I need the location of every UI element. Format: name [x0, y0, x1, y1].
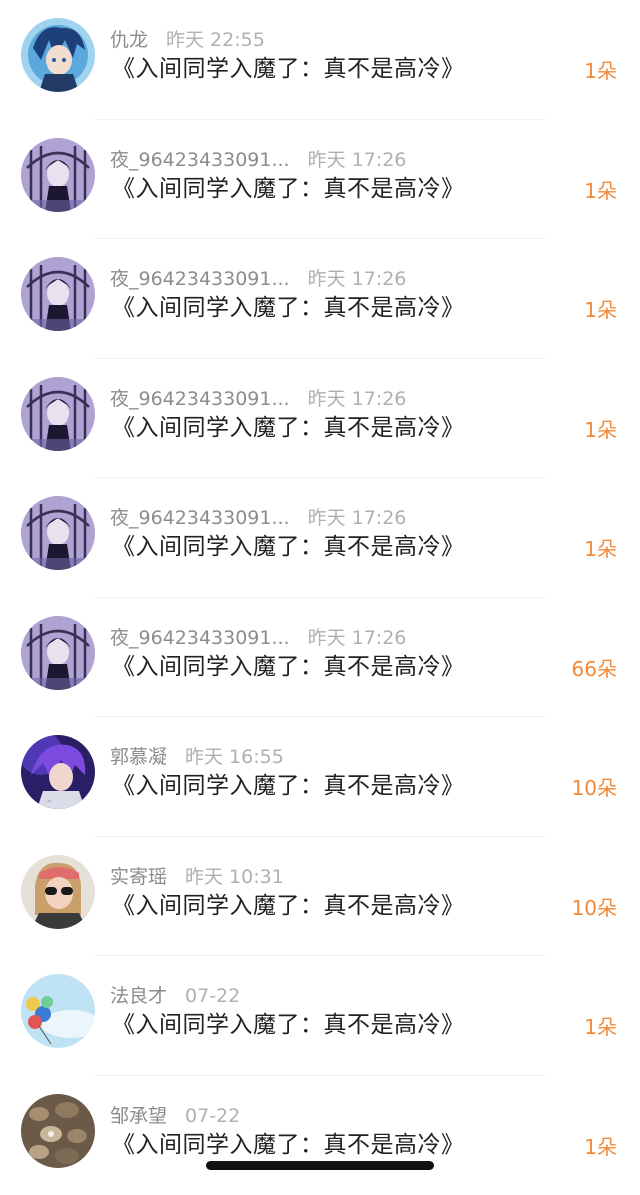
timestamp: 昨天 17:26	[308, 268, 407, 290]
timestamp: 昨天 17:26	[308, 388, 407, 410]
timestamp: 昨天 22:55	[166, 29, 265, 51]
flower-count: 66朵	[572, 657, 617, 681]
flower-count: 1朵	[584, 537, 617, 561]
avatar[interactable]	[21, 1094, 95, 1168]
book-title: 《入间同学入魔了：真不是高冷》	[112, 55, 465, 83]
timestamp: 昨天 17:26	[308, 627, 407, 649]
meta-line: 夜_96423433091... 昨天 17:26	[110, 507, 406, 529]
avatar[interactable]	[21, 377, 95, 451]
list-item[interactable]: ~ 郭慕凝昨天 16:55 《入间同学入魔了：真不是高冷》 10朵	[0, 717, 640, 837]
gift-record-list: 仇龙昨天 22:55 《入间同学入魔了：真不是高冷》 1朵 夜_	[0, 0, 640, 1195]
anime-purple-gate-avatar-image	[21, 616, 95, 690]
timestamp: 昨天 17:26	[308, 507, 407, 529]
balloons-sky-avatar-image	[21, 974, 95, 1048]
sunglasses-girl-avatar-image	[21, 855, 95, 929]
anime-blue-hair-avatar-image	[21, 18, 95, 92]
list-item[interactable]: 夜_96423433091... 昨天 17:26 《入间同学入魔了：真不是高冷》…	[0, 598, 640, 718]
meta-line: 实寄瑶昨天 10:31	[110, 866, 284, 888]
user-name[interactable]: 夜_96423433091...	[110, 627, 290, 649]
anime-purple-hair-avatar-image: ~	[21, 735, 95, 809]
flower-count: 1朵	[584, 1135, 617, 1159]
timestamp: 07-22	[185, 985, 240, 1007]
user-name[interactable]: 夜_96423433091...	[110, 149, 290, 171]
flower-count: 1朵	[584, 179, 617, 203]
list-item[interactable]: 实寄瑶昨天 10:31 《入间同学入魔了：真不是高冷》 10朵	[0, 837, 640, 957]
user-name[interactable]: 邹承望	[110, 1105, 167, 1127]
flower-count: 1朵	[584, 59, 617, 83]
flower-count: 1朵	[584, 418, 617, 442]
meta-line: 仇龙昨天 22:55	[110, 29, 265, 51]
avatar[interactable]	[21, 855, 95, 929]
flower-count: 10朵	[572, 776, 617, 800]
book-title: 《入间同学入魔了：真不是高冷》	[112, 294, 465, 322]
meta-line: 夜_96423433091... 昨天 17:26	[110, 627, 406, 649]
list-item[interactable]: 夜_96423433091... 昨天 17:26 《入间同学入魔了：真不是高冷》…	[0, 478, 640, 598]
svg-text:~: ~	[47, 798, 52, 805]
list-item[interactable]: 法良才 07-22 《入间同学入魔了：真不是高冷》 1朵	[0, 956, 640, 1076]
book-title: 《入间同学入魔了：真不是高冷》	[112, 653, 465, 681]
user-name[interactable]: 仇龙	[110, 29, 148, 51]
avatar[interactable]	[21, 138, 95, 212]
anime-purple-gate-avatar-image	[21, 496, 95, 570]
anime-purple-gate-avatar-image	[21, 138, 95, 212]
user-name[interactable]: 夜_96423433091...	[110, 388, 290, 410]
meta-line: 邹承望 07-22	[110, 1105, 240, 1127]
user-name[interactable]: 法良才	[110, 985, 167, 1007]
avatar[interactable]	[21, 18, 95, 92]
flower-count: 1朵	[584, 1015, 617, 1039]
book-title: 《入间同学入魔了：真不是高冷》	[112, 533, 465, 561]
flower-count: 10朵	[572, 896, 617, 920]
anime-purple-gate-avatar-image	[21, 377, 95, 451]
list-item[interactable]: 夜_96423433091... 昨天 17:26 《入间同学入魔了：真不是高冷》…	[0, 239, 640, 359]
book-title: 《入间同学入魔了：真不是高冷》	[112, 414, 465, 442]
meta-line: 夜_96423433091... 昨天 17:26	[110, 149, 406, 171]
avatar[interactable]	[21, 974, 95, 1048]
meta-line: 法良才 07-22	[110, 985, 240, 1007]
user-name[interactable]: 郭慕凝	[110, 746, 167, 768]
avatar[interactable]	[21, 257, 95, 331]
book-title: 《入间同学入魔了：真不是高冷》	[112, 175, 465, 203]
meta-line: 夜_96423433091... 昨天 17:26	[110, 268, 406, 290]
timestamp: 昨天 16:55	[185, 746, 284, 768]
timestamp: 07-22	[185, 1105, 240, 1127]
avatar[interactable]	[21, 496, 95, 570]
book-title: 《入间同学入魔了：真不是高冷》	[112, 772, 465, 800]
book-title: 《入间同学入魔了：真不是高冷》	[112, 892, 465, 920]
user-name[interactable]: 夜_96423433091...	[110, 507, 290, 529]
pebbles-avatar-image	[21, 1094, 95, 1168]
anime-purple-gate-avatar-image	[21, 257, 95, 331]
list-item[interactable]: 夜_96423433091... 昨天 17:26 《入间同学入魔了：真不是高冷》…	[0, 359, 640, 479]
home-indicator[interactable]	[206, 1161, 434, 1170]
book-title: 《入间同学入魔了：真不是高冷》	[112, 1011, 465, 1039]
user-name[interactable]: 实寄瑶	[110, 866, 167, 888]
timestamp: 昨天 17:26	[308, 149, 407, 171]
list-item[interactable]: 仇龙昨天 22:55 《入间同学入魔了：真不是高冷》 1朵	[0, 0, 640, 120]
avatar[interactable]: ~	[21, 735, 95, 809]
user-name[interactable]: 夜_96423433091...	[110, 268, 290, 290]
list-item[interactable]: 邹承望 07-22 《入间同学入魔了：真不是高冷》 1朵	[0, 1076, 640, 1195]
timestamp: 昨天 10:31	[185, 866, 284, 888]
flower-count: 1朵	[584, 298, 617, 322]
avatar[interactable]	[21, 616, 95, 690]
book-title: 《入间同学入魔了：真不是高冷》	[112, 1131, 465, 1159]
list-item[interactable]: 夜_96423433091... 昨天 17:26 《入间同学入魔了：真不是高冷》…	[0, 120, 640, 240]
meta-line: 夜_96423433091... 昨天 17:26	[110, 388, 406, 410]
meta-line: 郭慕凝昨天 16:55	[110, 746, 284, 768]
